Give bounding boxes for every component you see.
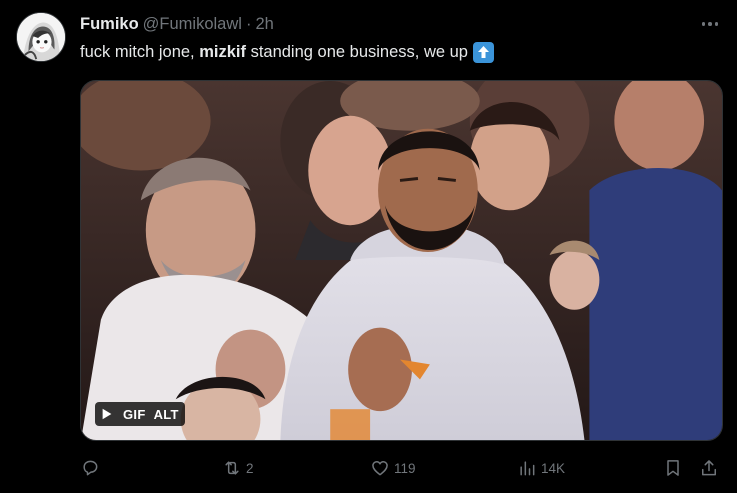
play-icon[interactable]: [99, 406, 115, 422]
bookmark-icon: [667, 460, 679, 476]
gif-badge: GIF: [123, 406, 146, 422]
reply-button[interactable]: [80, 456, 104, 480]
share-icon: [702, 460, 716, 476]
timestamp[interactable]: 2h: [255, 15, 273, 34]
retweet-count: 2: [246, 460, 254, 476]
tweet-text-bold: mizkif: [199, 43, 246, 61]
separator: ·: [245, 14, 252, 33]
views-button[interactable]: 14K: [517, 456, 565, 480]
action-bar: 2 119 14K: [80, 452, 723, 486]
retweet-button[interactable]: 2: [222, 456, 254, 480]
retweet-icon: [225, 461, 239, 475]
display-name[interactable]: Fumiko: [80, 15, 139, 34]
tweet-text-start: fuck mitch jone,: [80, 43, 200, 61]
alt-badge[interactable]: ALT: [154, 407, 179, 422]
like-button[interactable]: 119: [370, 456, 416, 480]
tweet-text: fuck mitch jone, mizkif standing one bus…: [80, 41, 494, 63]
gif-frame: [81, 81, 722, 440]
avatar-image: [17, 13, 65, 61]
tweet[interactable]: Fumiko @Fumikolawl · 2h fuck mitch jone,…: [0, 0, 737, 493]
user-handle[interactable]: @Fumikolawl: [143, 15, 242, 34]
views-icon: [520, 461, 535, 476]
share-button[interactable]: [699, 456, 719, 480]
like-icon: [372, 461, 388, 476]
bookmark-button[interactable]: [663, 456, 683, 480]
views-count: 14K: [541, 460, 566, 476]
reply-icon: [83, 460, 98, 476]
more-icon[interactable]: [699, 14, 721, 34]
tweet-text-end: standing one business, we up: [245, 43, 468, 61]
avatar[interactable]: [16, 12, 66, 62]
media-badges: GIF ALT: [95, 402, 185, 426]
tweet-header: Fumiko @Fumikolawl · 2h: [80, 13, 274, 35]
up-arrow-emoji: [472, 41, 494, 63]
like-count: 119: [394, 460, 416, 476]
gif-media[interactable]: GIF ALT: [80, 80, 723, 441]
